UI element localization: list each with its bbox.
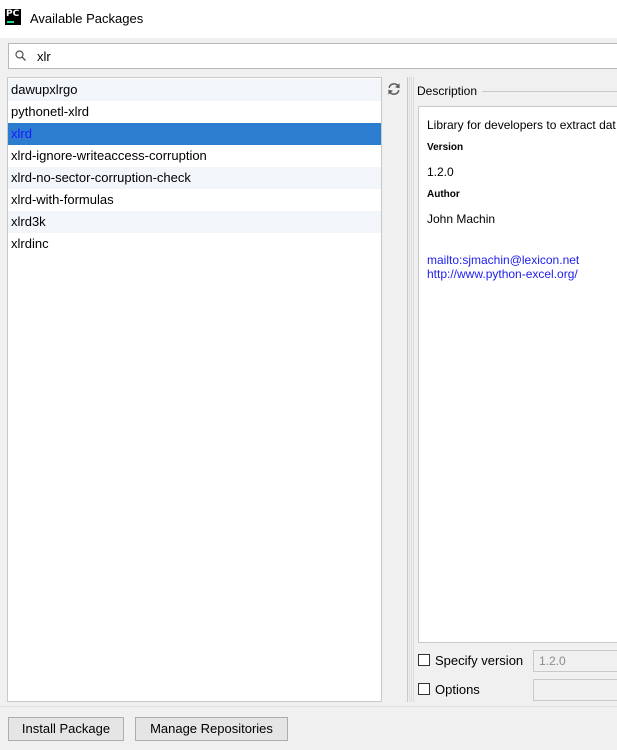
- description-header: Description: [416, 80, 617, 102]
- options-row: Options: [418, 679, 617, 701]
- divider: [0, 706, 617, 707]
- search-value[interactable]: xlr: [37, 49, 51, 64]
- search-input[interactable]: xlr: [8, 43, 617, 69]
- version-select[interactable]: 1.2.0: [533, 650, 617, 672]
- install-package-button[interactable]: Install Package: [8, 717, 124, 741]
- specify-version-row: Specify version 1.2.0: [418, 650, 617, 672]
- package-list[interactable]: dawupxlrgo pythonetl-xlrd xlrd xlrd-igno…: [7, 77, 382, 702]
- options-input[interactable]: [533, 679, 617, 701]
- pycharm-icon: PC: [5, 9, 21, 25]
- homepage-link[interactable]: http://www.python-excel.org/: [427, 267, 578, 281]
- list-item[interactable]: xlrd-ignore-writeaccess-corruption: [8, 145, 381, 167]
- author-value: John Machin: [427, 212, 496, 226]
- description-panel: Library for developers to extract dat Ve…: [418, 106, 617, 643]
- options-checkbox[interactable]: [418, 683, 430, 695]
- list-item[interactable]: xlrd-with-formulas: [8, 189, 381, 211]
- list-toolbar: [382, 77, 408, 702]
- list-item[interactable]: xlrd3k: [8, 211, 381, 233]
- title-bar: PC Available Packages: [0, 0, 617, 38]
- list-item[interactable]: xlrd-no-sector-corruption-check: [8, 167, 381, 189]
- specify-version-label[interactable]: Specify version: [435, 653, 523, 668]
- email-link[interactable]: mailto:sjmachin@lexicon.net: [427, 253, 579, 267]
- app-icon-text: PC: [6, 9, 20, 19]
- search-icon[interactable]: [15, 50, 26, 61]
- specify-version-checkbox[interactable]: [418, 654, 430, 666]
- version-value: 1.2.0: [427, 165, 454, 179]
- list-item-selected[interactable]: xlrd: [8, 123, 381, 145]
- manage-repositories-button[interactable]: Manage Repositories: [135, 717, 288, 741]
- version-label: Version: [427, 142, 464, 153]
- list-item[interactable]: pythonetl-xlrd: [8, 101, 381, 123]
- author-label: Author: [427, 189, 460, 200]
- refresh-icon[interactable]: [386, 81, 402, 97]
- options-label[interactable]: Options: [435, 682, 480, 697]
- list-item[interactable]: dawupxlrgo: [8, 79, 381, 101]
- splitter[interactable]: [409, 77, 415, 702]
- description-title: Description: [417, 84, 478, 98]
- package-summary: Library for developers to extract dat: [427, 118, 616, 132]
- list-item[interactable]: xlrdinc: [8, 233, 381, 255]
- window-title: Available Packages: [30, 11, 144, 26]
